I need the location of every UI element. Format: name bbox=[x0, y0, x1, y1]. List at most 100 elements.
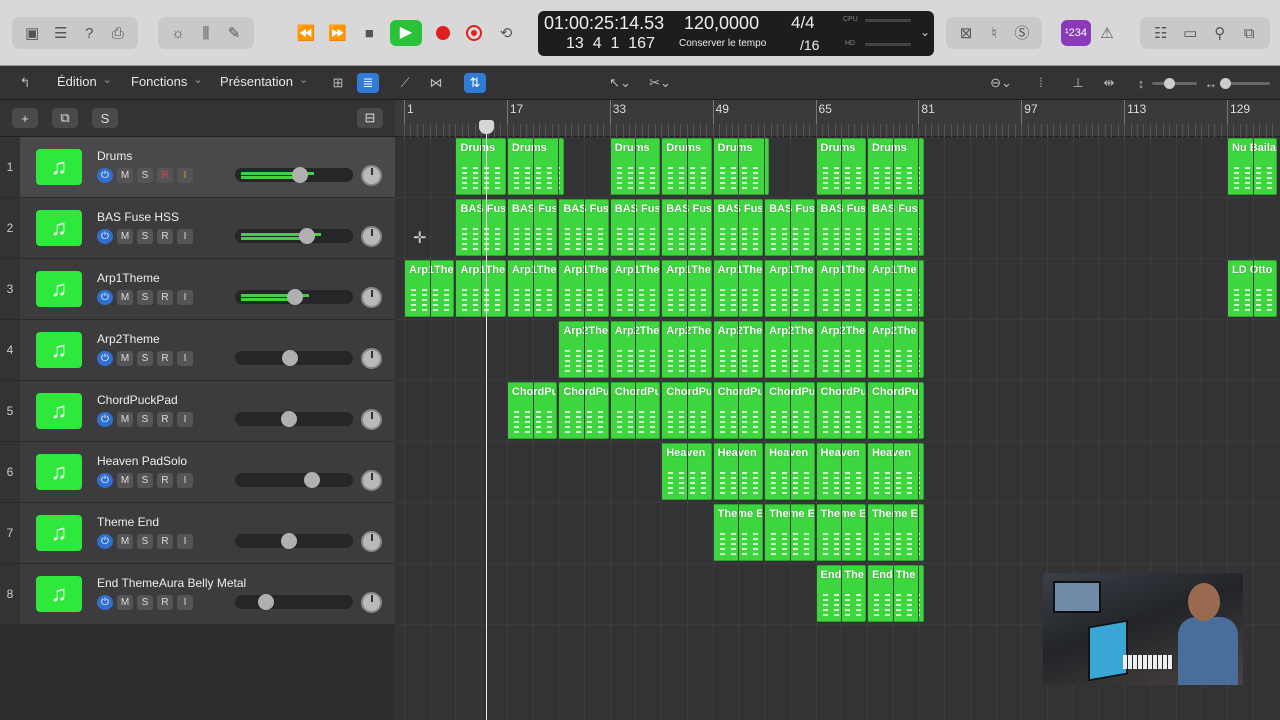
lcd-menu-chevron-icon[interactable]: ⌄ bbox=[920, 25, 930, 39]
midi-region[interactable]: Theme E bbox=[866, 504, 924, 561]
bar-ruler[interactable]: 1 17 33 49 65 81 97 113 129 bbox=[395, 100, 1280, 137]
track-name[interactable]: Arp2Theme bbox=[97, 332, 160, 346]
midi-region[interactable]: Arp2The bbox=[866, 321, 924, 378]
solo-mode-icon[interactable]: Ⓢ bbox=[1011, 22, 1033, 44]
pan-knob[interactable] bbox=[361, 165, 382, 186]
rewind-icon[interactable]: ⏪ bbox=[295, 22, 317, 44]
flex-icon[interactable]: ⋈ bbox=[425, 73, 447, 93]
track-name[interactable]: ChordPuckPad bbox=[97, 393, 178, 407]
input-monitor-button[interactable]: I bbox=[177, 229, 193, 244]
waveform-zoom-icon[interactable]: ⦙ bbox=[1030, 73, 1052, 93]
count-in-button[interactable]: ¹234 bbox=[1061, 20, 1091, 46]
track-on-off-icon[interactable]: ⏻ bbox=[97, 473, 113, 488]
pan-knob[interactable] bbox=[361, 226, 382, 247]
fader-knob[interactable] bbox=[281, 411, 298, 427]
solo-button[interactable]: S bbox=[137, 473, 153, 488]
track-on-off-icon[interactable]: ⏻ bbox=[97, 351, 113, 366]
instrument-icon[interactable]: ♫ bbox=[36, 271, 82, 307]
track-header[interactable]: 4 ♫ Arp2Theme ⏻ M S R I bbox=[0, 320, 395, 381]
record-enable-button[interactable]: R bbox=[157, 229, 173, 244]
horizontal-zoom-icon[interactable]: ↔ bbox=[1200, 73, 1222, 93]
volume-fader[interactable] bbox=[235, 472, 353, 488]
track-lane[interactable]: Heaven Heaven Heaven Heaven Heaven bbox=[395, 442, 1280, 503]
solo-button[interactable]: S bbox=[137, 168, 153, 183]
smart-controls-icon[interactable]: ☼ bbox=[167, 22, 189, 44]
track-lane[interactable]: Arp1The Arp1The Arp1The Arp1The Arp1The … bbox=[395, 259, 1280, 320]
record-enable-button[interactable]: R bbox=[157, 290, 173, 305]
input-monitor-button[interactable]: I bbox=[177, 290, 193, 305]
track-folder-icon[interactable]: ⊟ bbox=[357, 108, 383, 128]
track-header[interactable]: 2 ♫ BAS Fuse HSS ⏻ M S R I bbox=[0, 198, 395, 259]
track-header[interactable]: 3 ♫ Arp1Theme ⏻ M S R I bbox=[0, 259, 395, 320]
track-name[interactable]: Theme End bbox=[97, 515, 159, 529]
solo-button[interactable]: S bbox=[137, 351, 153, 366]
pan-knob[interactable] bbox=[361, 592, 382, 613]
capture-record-button[interactable] bbox=[463, 22, 485, 44]
input-monitor-button[interactable]: I bbox=[177, 595, 193, 610]
track-lane[interactable]: Drums Drums Drums Drums Drums Drums Drum… bbox=[395, 137, 1280, 198]
instrument-icon[interactable]: ♫ bbox=[36, 393, 82, 429]
fast-forward-icon[interactable]: ⏩ bbox=[327, 22, 349, 44]
midi-region[interactable]: End The bbox=[866, 565, 924, 622]
record-enable-button[interactable]: R bbox=[157, 534, 173, 549]
pan-knob[interactable] bbox=[361, 348, 382, 369]
instrument-icon[interactable]: ♫ bbox=[36, 454, 82, 490]
midi-region[interactable]: Drums bbox=[866, 138, 924, 195]
midi-region[interactable]: BAS Fus bbox=[866, 199, 924, 256]
track-on-off-icon[interactable]: ⏻ bbox=[97, 412, 113, 427]
fader-knob[interactable] bbox=[291, 167, 308, 183]
instrument-icon[interactable]: ♫ bbox=[36, 149, 82, 185]
playhead[interactable] bbox=[485, 122, 487, 720]
library-icon[interactable]: ▣ bbox=[21, 22, 43, 44]
horizontal-fit-icon[interactable]: ⇹ bbox=[1098, 73, 1120, 93]
mute-button[interactable]: M bbox=[117, 229, 133, 244]
input-monitor-button[interactable]: I bbox=[177, 412, 193, 427]
mixer-icon[interactable]: ⫼ bbox=[195, 22, 217, 44]
midi-region[interactable]: Arp1The bbox=[866, 260, 924, 317]
pan-knob[interactable] bbox=[361, 531, 382, 552]
add-track-button[interactable]: + bbox=[12, 108, 38, 128]
input-monitor-button[interactable]: I bbox=[177, 351, 193, 366]
solo-button[interactable]: S bbox=[137, 412, 153, 427]
vertical-zoom-icon[interactable]: ↕ bbox=[1130, 73, 1152, 93]
notepad-icon[interactable]: ▭ bbox=[1179, 22, 1201, 44]
vertical-zoom-slider[interactable] bbox=[1152, 78, 1197, 89]
slider-knob[interactable] bbox=[1220, 78, 1231, 89]
track-header[interactable]: 8 ♫ End ThemeAura Belly Metal ⏻ M S R I bbox=[0, 564, 395, 625]
catch-playhead-icon[interactable]: ⇅ bbox=[464, 73, 486, 93]
loop-browser-icon[interactable]: ⚲ bbox=[1209, 22, 1231, 44]
menu-presentation[interactable]: Présentation bbox=[220, 74, 308, 89]
record-enable-button[interactable]: R bbox=[157, 412, 173, 427]
mute-button[interactable]: M bbox=[117, 595, 133, 610]
volume-fader[interactable] bbox=[235, 228, 353, 244]
volume-fader[interactable] bbox=[235, 594, 353, 610]
pan-knob[interactable] bbox=[361, 470, 382, 491]
track-name[interactable]: BAS Fuse HSS bbox=[97, 210, 179, 224]
menu-fonctions[interactable]: Fonctions bbox=[131, 74, 203, 89]
fader-knob[interactable] bbox=[282, 350, 299, 366]
record-enable-button[interactable]: R bbox=[157, 168, 173, 183]
duplicate-track-icon[interactable]: ⧉ bbox=[52, 108, 78, 128]
help-icon[interactable]: ? bbox=[78, 22, 100, 44]
track-header[interactable]: 7 ♫ Theme End ⏻ M S R I bbox=[0, 503, 395, 564]
volume-fader[interactable] bbox=[235, 167, 353, 183]
midi-region[interactable]: Heaven bbox=[866, 443, 924, 500]
midi-region[interactable]: Drums bbox=[506, 138, 564, 195]
metronome-icon[interactable]: ⚠ bbox=[1096, 22, 1118, 44]
list-editors-icon[interactable]: ☷ bbox=[1150, 22, 1172, 44]
back-icon[interactable]: ↰ bbox=[14, 73, 36, 93]
record-button[interactable] bbox=[432, 22, 454, 44]
snap-icon[interactable]: ⊖⌄ bbox=[984, 73, 1018, 93]
track-on-off-icon[interactable]: ⏻ bbox=[97, 290, 113, 305]
browser-icon[interactable]: ⧉ bbox=[1238, 22, 1260, 44]
fader-knob[interactable] bbox=[281, 533, 298, 549]
track-lane[interactable]: Theme E Theme E Theme E Theme E bbox=[395, 503, 1280, 564]
mute-button[interactable]: M bbox=[117, 534, 133, 549]
vertical-fit-icon[interactable]: ⊥ bbox=[1067, 73, 1089, 93]
fader-knob[interactable] bbox=[258, 594, 275, 610]
track-lane[interactable]: BAS Fus BAS Fus BAS Fus BAS Fus BAS Fus … bbox=[395, 198, 1280, 259]
pan-knob[interactable] bbox=[361, 287, 382, 308]
input-monitor-button[interactable]: I bbox=[177, 168, 193, 183]
lcd-display[interactable]: 01:00:25:14.53 13 4 1 167 120,0000 Conse… bbox=[538, 11, 934, 56]
instrument-icon[interactable]: ♫ bbox=[36, 332, 82, 368]
